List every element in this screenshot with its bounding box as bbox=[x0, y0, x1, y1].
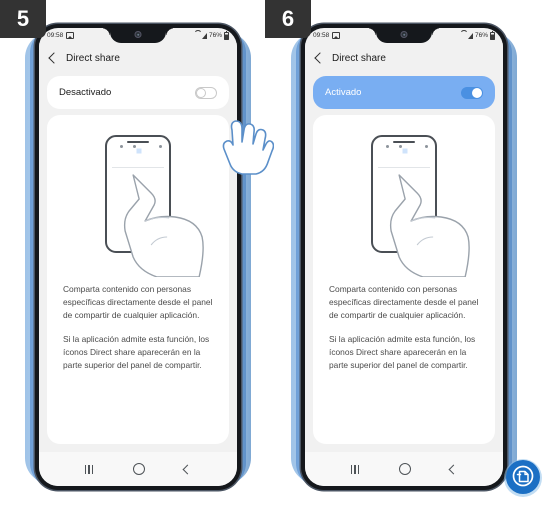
direct-share-switch[interactable] bbox=[195, 86, 217, 99]
toggle-label: Desactivado bbox=[59, 87, 112, 98]
step-badge-5: 5 bbox=[0, 0, 46, 38]
back-arrow-icon[interactable] bbox=[314, 52, 326, 64]
status-bar: 09:58 76% bbox=[39, 28, 237, 43]
direct-share-toggle-row[interactable]: Activado bbox=[313, 76, 495, 109]
illustration-speaker bbox=[393, 141, 415, 143]
home-icon[interactable] bbox=[132, 463, 145, 475]
back-icon[interactable] bbox=[448, 464, 459, 474]
signal-icon bbox=[202, 32, 208, 39]
wifi-icon bbox=[460, 33, 467, 39]
illustration-speaker bbox=[127, 141, 149, 143]
description-paragraph-2: Si la aplicación admite esta función, lo… bbox=[329, 334, 476, 371]
illustration-divider bbox=[378, 167, 430, 168]
recents-icon[interactable] bbox=[84, 464, 93, 474]
page-title: Direct share bbox=[332, 52, 386, 64]
description-paragraph-1: Comparta contenido con personas específi… bbox=[329, 284, 479, 321]
app-bar: Direct share bbox=[39, 43, 237, 73]
illustration-phone bbox=[105, 135, 171, 253]
comparison-stage: 09:58 76% Direct share Desactivado Compa… bbox=[0, 0, 550, 505]
direct-share-illustration bbox=[47, 129, 229, 279]
pointing-hand-cursor bbox=[222, 120, 274, 175]
image-icon bbox=[332, 32, 341, 39]
info-card: Comparta contenido con personas específi… bbox=[47, 115, 229, 444]
battery-icon bbox=[223, 30, 229, 40]
step-number: 5 bbox=[16, 6, 30, 31]
status-time: 09:58 bbox=[47, 32, 64, 39]
info-card: Comparta contenido con personas específi… bbox=[313, 115, 495, 444]
direct-share-toggle-row[interactable]: Desactivado bbox=[47, 76, 229, 109]
battery-icon bbox=[489, 30, 495, 40]
phone-mockup-step-6: 09:58 76% Direct share Activado Comparta… bbox=[288, 22, 520, 494]
recents-icon[interactable] bbox=[350, 464, 359, 474]
navigation-bar bbox=[39, 452, 237, 486]
home-icon[interactable] bbox=[398, 463, 411, 475]
image-icon bbox=[66, 32, 75, 39]
toggle-label: Activado bbox=[325, 87, 362, 98]
navigation-bar bbox=[305, 452, 503, 486]
step-number: 6 bbox=[281, 6, 295, 31]
document-fab-button[interactable] bbox=[498, 453, 544, 499]
description-text: Comparta contenido con personas específi… bbox=[313, 283, 495, 372]
status-time: 09:58 bbox=[313, 32, 330, 39]
battery-percent: 76% bbox=[208, 32, 222, 39]
battery-percent: 76% bbox=[474, 32, 488, 39]
description-paragraph-2: Si la aplicación admite esta función, lo… bbox=[63, 334, 210, 371]
direct-share-illustration bbox=[313, 129, 495, 279]
description-text: Comparta contenido con personas específi… bbox=[47, 283, 229, 372]
back-arrow-icon[interactable] bbox=[48, 52, 60, 64]
wifi-icon bbox=[194, 33, 201, 39]
page-title: Direct share bbox=[66, 52, 120, 64]
illustration-divider bbox=[112, 167, 164, 168]
status-bar: 09:58 76% bbox=[305, 28, 503, 43]
illustration-app-grid bbox=[379, 173, 429, 191]
illustration-phone bbox=[371, 135, 437, 253]
illustration-app-grid bbox=[113, 173, 163, 191]
back-icon[interactable] bbox=[182, 464, 193, 474]
step-badge-6: 6 bbox=[265, 0, 311, 38]
phone-screen: 09:58 76% Direct share Activado Comparta… bbox=[305, 28, 503, 486]
phone-screen: 09:58 76% Direct share Desactivado Compa… bbox=[39, 28, 237, 486]
description-paragraph-1: Comparta contenido con personas específi… bbox=[63, 284, 213, 321]
phone-mockup-step-5: 09:58 76% Direct share Desactivado Compa… bbox=[22, 22, 274, 494]
signal-icon bbox=[468, 32, 474, 39]
direct-share-switch[interactable] bbox=[461, 86, 483, 99]
app-bar: Direct share bbox=[305, 43, 503, 73]
